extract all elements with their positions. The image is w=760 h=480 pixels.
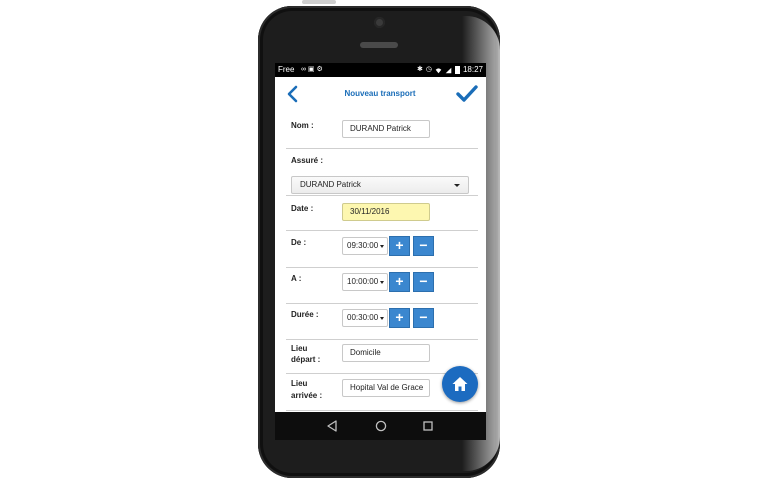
a-minus-button[interactable]: −	[413, 272, 434, 292]
chevron-down-icon	[454, 184, 460, 187]
lieu-depart-input[interactable]: Domicile	[342, 344, 430, 362]
label-nom: Nom :	[291, 121, 314, 130]
alarm-icon: ◷	[425, 66, 432, 73]
bluetooth-icon: ✱	[416, 66, 423, 73]
nom-input[interactable]: DURAND Patrick	[342, 120, 430, 138]
de-minus-button[interactable]: −	[413, 236, 434, 256]
home-circle-icon[interactable]	[375, 420, 387, 432]
duree-minus-button[interactable]: −	[413, 308, 434, 328]
phone-top-button	[302, 0, 336, 4]
page-title: Nouveau transport	[344, 89, 416, 98]
signal-icon	[445, 67, 452, 73]
label-a: A :	[291, 274, 302, 283]
label-date: Date :	[291, 204, 314, 213]
a-time-select[interactable]: 10:00:00	[342, 273, 388, 291]
android-nav-bar	[275, 412, 486, 440]
status-right: ✱ ◷ 18:27	[417, 63, 483, 77]
label-lieu-arrivee-1: Lieu	[291, 379, 308, 388]
checkmark-icon[interactable]	[456, 84, 478, 104]
de-plus-button[interactable]: +	[389, 236, 410, 256]
lieu-arrivee-input[interactable]: Hopital Val de Grace	[342, 379, 430, 397]
date-input[interactable]: 30/11/2016	[342, 203, 430, 221]
de-time-select[interactable]: 09:30:00	[342, 237, 388, 255]
back-triangle-icon[interactable]	[326, 420, 338, 432]
row-date: Date : 30/11/2016	[286, 196, 478, 231]
clock-text: 18:27	[462, 65, 483, 74]
duree-plus-button[interactable]: +	[389, 308, 410, 328]
row-de: De : 09:30:00 + −	[286, 231, 478, 268]
chevron-down-icon	[380, 245, 384, 248]
label-lieu-arrivee-2: arrivée :	[291, 391, 323, 400]
chevron-left-icon[interactable]	[285, 85, 301, 103]
chevron-down-icon	[380, 281, 384, 284]
assure-select[interactable]: DURAND Patrick	[291, 176, 469, 194]
row-a: A : 10:00:00 + −	[286, 268, 478, 304]
assure-select-value: DURAND Patrick	[300, 180, 361, 189]
label-lieu-depart-2: départ :	[291, 355, 321, 364]
recents-square-icon[interactable]	[422, 420, 434, 432]
earpiece-speaker	[360, 42, 398, 48]
a-plus-button[interactable]: +	[389, 272, 410, 292]
duree-time-select[interactable]: 00:30:00	[342, 309, 388, 327]
battery-icon	[454, 66, 460, 74]
wifi-icon	[435, 67, 442, 73]
status-bar: Free ∞ ▣ ⚙ ✱ ◷ 18:27	[275, 63, 486, 77]
status-notification-icons: ∞ ▣ ⚙	[301, 66, 323, 73]
row-duree: Durée : 00:30:00 + −	[286, 304, 478, 340]
home-icon	[452, 377, 468, 391]
duree-time-value: 00:30:00	[347, 313, 379, 322]
de-time-value: 09:30:00	[347, 241, 379, 250]
a-time-value: 10:00:00	[347, 277, 379, 286]
label-lieu-depart-1: Lieu	[291, 344, 308, 353]
chevron-down-icon	[380, 317, 384, 320]
label-de: De :	[291, 238, 307, 247]
label-assure: Assuré :	[291, 156, 324, 165]
label-duree: Durée :	[291, 310, 319, 319]
row-nom: Nom : DURAND Patrick	[286, 111, 478, 149]
app-screen: Free ∞ ▣ ⚙ ✱ ◷ 18:27 Nouveau transport N…	[275, 63, 486, 412]
row-assure: Assuré : DURAND Patrick	[286, 149, 478, 196]
front-camera	[374, 17, 385, 28]
home-fab[interactable]	[442, 366, 478, 402]
carrier-label: Free	[278, 65, 295, 74]
app-bar: Nouveau transport	[275, 77, 486, 111]
